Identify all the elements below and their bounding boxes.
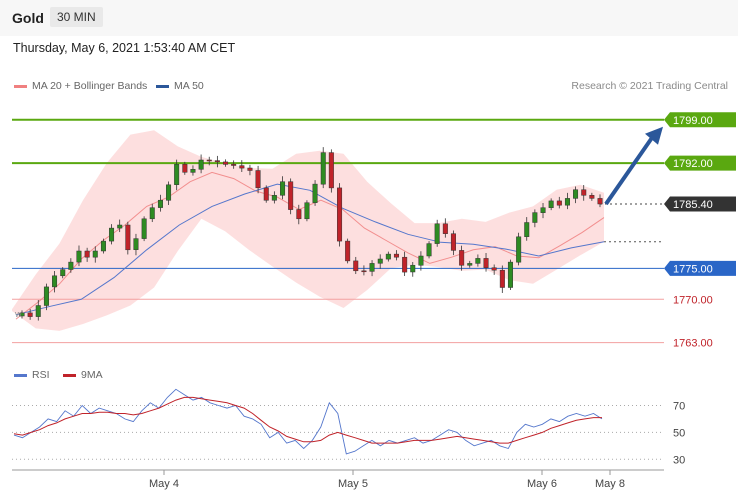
candle-body bbox=[312, 183, 318, 203]
candle-body bbox=[499, 269, 505, 288]
candle-body bbox=[263, 187, 269, 201]
candle-body bbox=[296, 209, 302, 220]
candle-body bbox=[125, 224, 131, 251]
candle-body bbox=[304, 202, 310, 220]
candle-body bbox=[475, 258, 481, 264]
candle-body bbox=[516, 236, 522, 263]
candle-body bbox=[133, 238, 139, 250]
candle-body bbox=[149, 207, 155, 220]
series-marker: W bbox=[15, 312, 22, 319]
candle-body bbox=[564, 198, 570, 206]
candle-body bbox=[426, 243, 432, 257]
candle-body bbox=[459, 250, 465, 266]
candle-body bbox=[353, 260, 359, 272]
price-level-label: 1785.40 bbox=[673, 199, 713, 211]
candle-body bbox=[320, 152, 326, 185]
candle-body bbox=[507, 261, 513, 288]
candle-body bbox=[597, 198, 603, 205]
candle-body bbox=[52, 275, 58, 288]
candle-body bbox=[100, 240, 106, 252]
candle-body bbox=[271, 195, 277, 201]
candle-body bbox=[174, 164, 180, 185]
candle-body bbox=[434, 223, 440, 244]
price-level-label: 1770.00 bbox=[673, 294, 713, 306]
candle-body bbox=[450, 233, 456, 251]
candle-body bbox=[288, 181, 294, 210]
candle-body bbox=[467, 263, 473, 266]
candle-body bbox=[345, 240, 351, 262]
candle-body bbox=[483, 258, 489, 268]
rsi-line bbox=[13, 388, 603, 455]
candle-body bbox=[223, 161, 229, 165]
candle-body bbox=[361, 270, 367, 273]
price-level-label: 1775.00 bbox=[673, 263, 713, 275]
candle-body bbox=[393, 253, 399, 258]
candle-body bbox=[84, 250, 90, 258]
bollinger-band bbox=[12, 130, 604, 331]
candle-body bbox=[573, 189, 579, 199]
candle-body bbox=[109, 227, 115, 242]
candle-body bbox=[68, 261, 74, 270]
price-level-label: 1763.00 bbox=[673, 338, 713, 350]
candle-body bbox=[369, 263, 375, 272]
candle-body bbox=[198, 159, 204, 170]
candle-body bbox=[60, 269, 66, 277]
candle-body bbox=[280, 181, 286, 196]
candle-body bbox=[410, 264, 416, 273]
candle-body bbox=[141, 218, 147, 239]
candle-body bbox=[239, 165, 245, 169]
candle-body bbox=[157, 199, 163, 208]
price-level-label: 1799.00 bbox=[673, 115, 713, 127]
x-tick-label: May 6 bbox=[527, 478, 557, 490]
candle-body bbox=[548, 200, 554, 208]
candle-body bbox=[166, 184, 172, 201]
candle-body bbox=[255, 170, 261, 189]
candle-body bbox=[43, 286, 49, 306]
forecast-arrow bbox=[604, 136, 654, 206]
candle-body bbox=[247, 167, 253, 171]
candle-body bbox=[206, 159, 212, 162]
candle-body bbox=[581, 189, 587, 196]
candle-body bbox=[328, 152, 334, 189]
price-level-label: 1792.00 bbox=[673, 158, 713, 170]
candle-body bbox=[117, 224, 123, 229]
candle-body bbox=[35, 305, 41, 317]
candle-body bbox=[92, 250, 98, 258]
candle-body bbox=[76, 250, 82, 263]
rsi-tick-label: 30 bbox=[673, 454, 685, 466]
candle-body bbox=[442, 223, 448, 234]
candle-body bbox=[337, 187, 343, 242]
x-tick-label: May 5 bbox=[338, 478, 368, 490]
candle-body bbox=[418, 255, 424, 266]
candle-body bbox=[231, 164, 237, 166]
candle-body bbox=[589, 195, 595, 199]
candle-body bbox=[377, 258, 383, 264]
rsi-9ma-line bbox=[13, 396, 602, 444]
candle-body bbox=[491, 267, 497, 271]
price-chart[interactable]: 1799.00 1792.00 1785.40 1775.00 1770.00 1763.… bbox=[0, 0, 738, 500]
x-tick-label: May 8 bbox=[595, 478, 625, 490]
candle-body bbox=[532, 212, 538, 223]
candle-body bbox=[385, 253, 391, 260]
candle-body bbox=[540, 207, 546, 213]
x-tick-label: May 4 bbox=[149, 478, 179, 490]
candle-body bbox=[556, 200, 562, 206]
candle-body bbox=[182, 164, 188, 173]
candle-body bbox=[190, 169, 196, 173]
rsi-tick-label: 70 bbox=[673, 400, 685, 412]
candle-body bbox=[214, 160, 220, 163]
rsi-tick-label: 50 bbox=[673, 427, 685, 439]
candle-body bbox=[524, 222, 530, 237]
candle-body bbox=[27, 312, 33, 317]
candle-body bbox=[402, 256, 408, 273]
